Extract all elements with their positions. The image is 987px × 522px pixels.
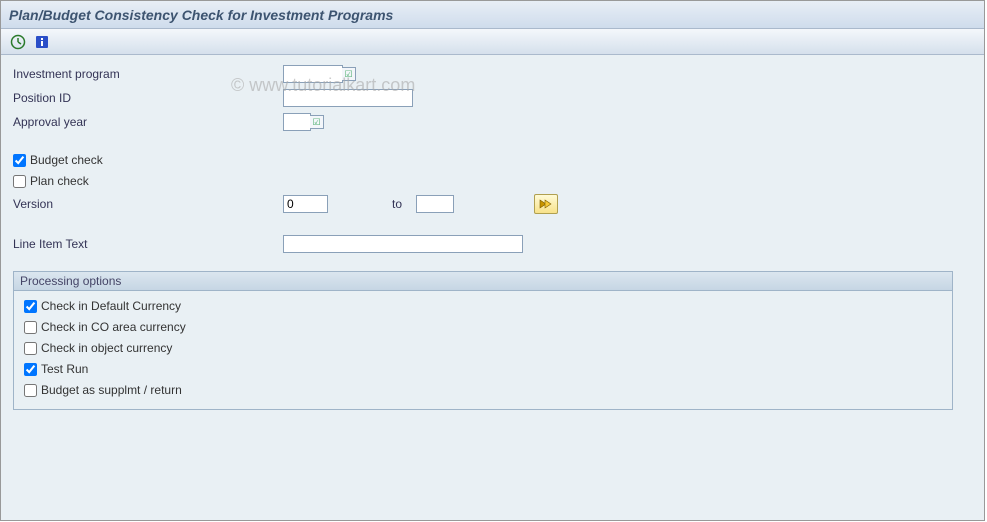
search-help-icon[interactable]: ☑ [342, 67, 356, 81]
position-id-input[interactable] [283, 89, 413, 107]
co-area-currency-label: Check in CO area currency [41, 320, 186, 334]
multiple-selection-button[interactable] [534, 194, 558, 214]
app-window: Plan/Budget Consistency Check for Invest… [0, 0, 985, 521]
plan-check-label: Plan check [30, 174, 89, 188]
default-currency-label: Check in Default Currency [41, 299, 181, 313]
version-to-input[interactable] [416, 195, 454, 213]
version-label: Version [13, 197, 283, 211]
approval-year-label: Approval year [13, 115, 283, 129]
title-bar: Plan/Budget Consistency Check for Invest… [1, 1, 984, 29]
test-run-label: Test Run [41, 362, 88, 376]
toolbar [1, 29, 984, 55]
execute-icon[interactable] [9, 33, 27, 51]
investment-program-input[interactable] [283, 65, 343, 83]
line-item-text-input[interactable] [283, 235, 523, 253]
page-title: Plan/Budget Consistency Check for Invest… [9, 7, 393, 23]
object-currency-checkbox[interactable] [24, 342, 37, 355]
budget-supp-return-checkbox[interactable] [24, 384, 37, 397]
version-from-input[interactable] [283, 195, 328, 213]
processing-options-group: Processing options Check in Default Curr… [13, 271, 953, 410]
investment-program-label: Investment program [13, 67, 283, 81]
position-id-label: Position ID [13, 91, 283, 105]
search-help-icon[interactable]: ☑ [310, 115, 324, 129]
info-icon[interactable] [33, 33, 51, 51]
version-to-label: to [392, 197, 402, 211]
approval-year-input[interactable] [283, 113, 311, 131]
group-title: Processing options [14, 272, 952, 291]
budget-check-label: Budget check [30, 153, 103, 167]
object-currency-label: Check in object currency [41, 341, 172, 355]
line-item-text-label: Line Item Text [13, 237, 283, 251]
test-run-checkbox[interactable] [24, 363, 37, 376]
default-currency-checkbox[interactable] [24, 300, 37, 313]
co-area-currency-checkbox[interactable] [24, 321, 37, 334]
content-area: © www.tutorialkart.com Investment progra… [1, 55, 984, 520]
plan-check-checkbox[interactable] [13, 175, 26, 188]
budget-check-checkbox[interactable] [13, 154, 26, 167]
budget-supp-return-label: Budget as supplmt / return [41, 383, 182, 397]
